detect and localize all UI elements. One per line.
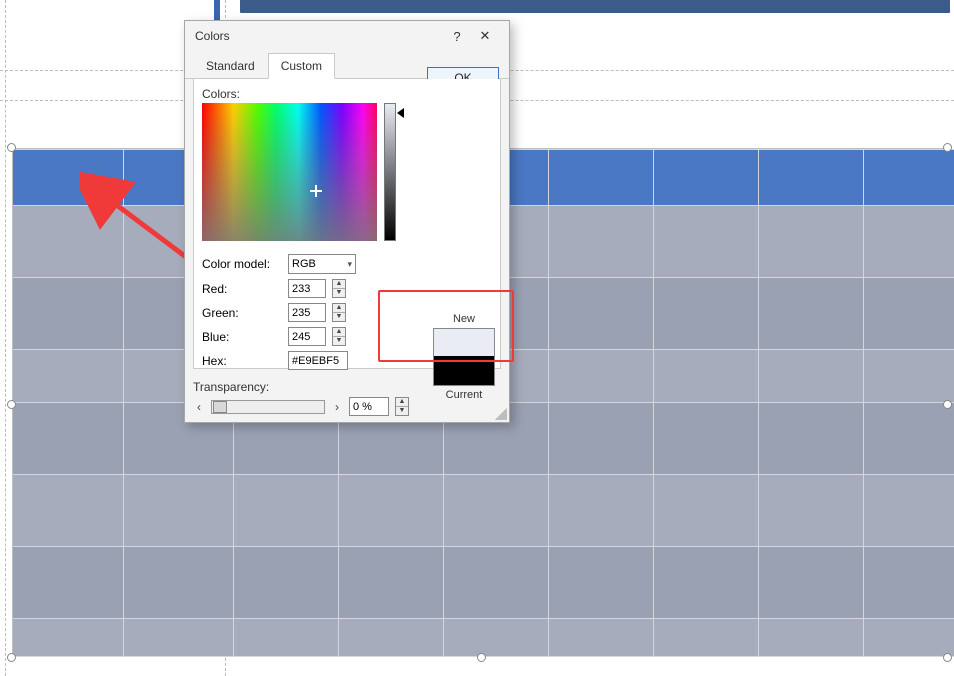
annotation-highlight	[378, 290, 514, 362]
transparency-label: Transparency:	[193, 380, 409, 394]
luminance-arrow[interactable]	[397, 108, 404, 118]
color-field[interactable]	[202, 103, 377, 241]
transparency-left-arrow[interactable]: ‹	[193, 400, 205, 414]
selection-handle[interactable]	[943, 653, 952, 662]
guide-vertical	[5, 0, 6, 676]
transparency-area: Transparency: ‹ › ▲▼	[193, 380, 409, 416]
dialog-titlebar[interactable]: Colors ? ✕	[185, 21, 509, 50]
transparency-right-arrow[interactable]: ›	[331, 400, 343, 414]
tab-custom[interactable]: Custom	[268, 53, 335, 79]
tab-standard[interactable]: Standard	[193, 53, 268, 79]
color-model-select[interactable]: RGB ▾	[288, 254, 356, 274]
hex-input[interactable]	[288, 351, 348, 370]
hex-label: Hex:	[202, 354, 282, 368]
selection-handle[interactable]	[7, 143, 16, 152]
luminance-bar[interactable]	[384, 103, 396, 241]
slide-canvas: ement Assumptions tions in Management Ca…	[0, 0, 954, 676]
table-row	[13, 547, 954, 619]
selection-handle[interactable]	[477, 653, 486, 662]
help-icon[interactable]: ?	[443, 29, 471, 44]
red-spinner[interactable]: ▲▼	[332, 279, 346, 298]
current-label: Current	[433, 389, 495, 401]
colors-dialog: Colors ? ✕ Standard Custom OK Cancel Col…	[184, 20, 510, 423]
blue-label: Blue:	[202, 330, 282, 344]
table-row	[13, 619, 954, 657]
blue-input[interactable]	[288, 327, 326, 346]
transparency-thumb[interactable]	[213, 401, 227, 413]
green-spinner[interactable]: ▲▼	[332, 303, 346, 322]
selection-handle[interactable]	[943, 400, 952, 409]
color-model-value: RGB	[292, 258, 316, 270]
selection-handle[interactable]	[7, 653, 16, 662]
transparency-input[interactable]	[349, 397, 389, 416]
transparency-spinner[interactable]: ▲▼	[395, 397, 409, 416]
resize-grip[interactable]	[495, 408, 507, 420]
chevron-down-icon: ▾	[347, 259, 352, 270]
transparency-slider[interactable]	[211, 400, 325, 414]
green-input[interactable]	[288, 303, 326, 322]
selection-handle[interactable]	[7, 400, 16, 409]
colors-label: Colors:	[202, 87, 492, 101]
dialog-title-text: Colors	[195, 29, 443, 43]
selection-handle[interactable]	[943, 143, 952, 152]
color-model-label: Color model:	[202, 257, 282, 271]
table-row	[13, 475, 954, 547]
close-icon[interactable]: ✕	[471, 28, 499, 44]
red-input[interactable]	[288, 279, 326, 298]
slide-header-bar	[240, 0, 950, 13]
blue-spinner[interactable]: ▲▼	[332, 327, 346, 346]
color-model-row: Color model: RGB ▾	[202, 254, 492, 274]
color-field-cursor	[310, 185, 322, 197]
red-label: Red:	[202, 282, 282, 296]
green-label: Green:	[202, 306, 282, 320]
